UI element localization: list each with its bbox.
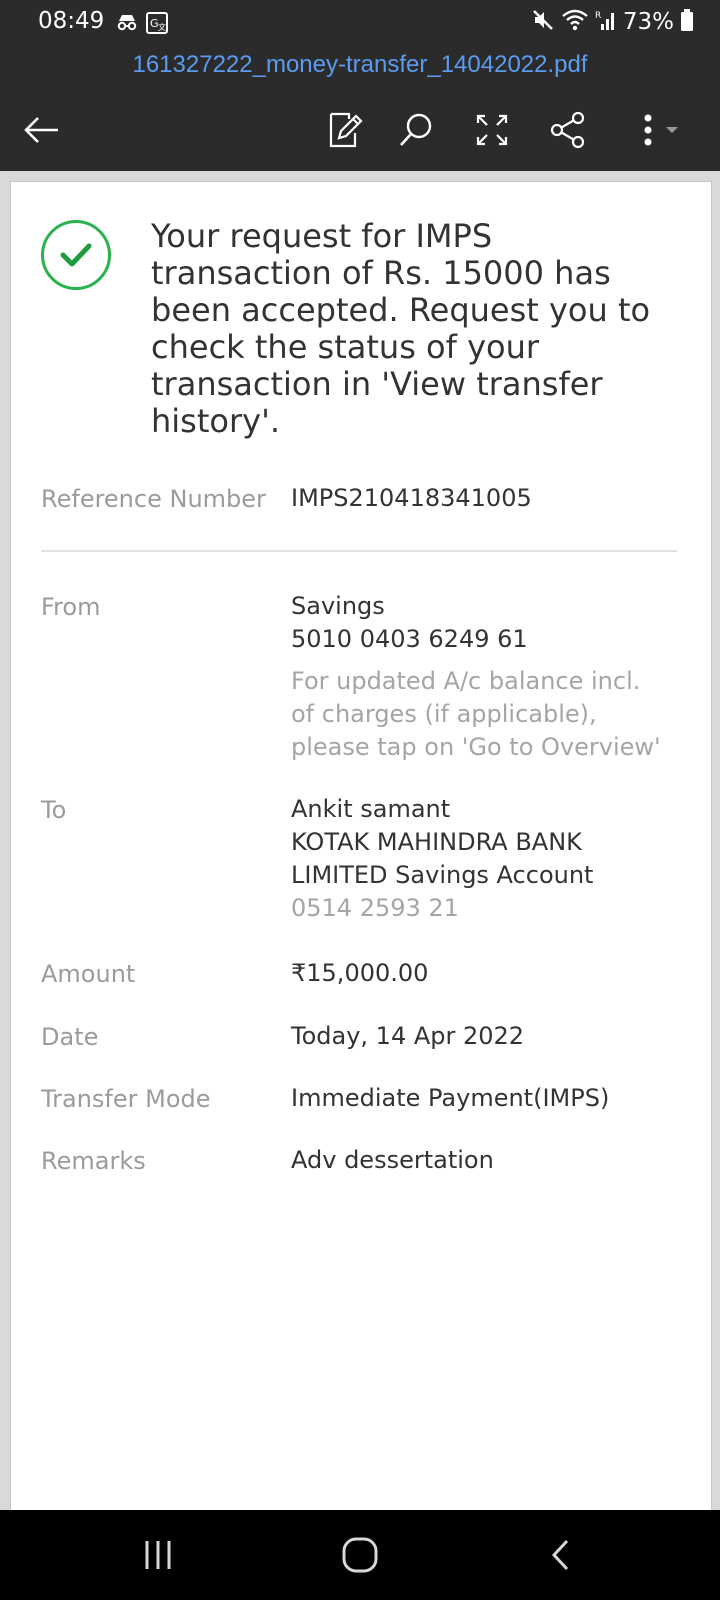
more-icon[interactable] [630, 108, 690, 152]
transfer-mode-value: Immediate Payment(IMPS) [291, 1084, 610, 1112]
wifi-icon [561, 8, 589, 36]
date-label: Date [41, 1023, 99, 1051]
edit-icon[interactable] [322, 108, 366, 152]
status-bar: 08:49 G 文 R 73% [0, 0, 720, 46]
amount-label: Amount [41, 960, 136, 988]
divider [41, 550, 677, 552]
battery-percent: 73% [622, 9, 674, 35]
home-icon[interactable] [337, 1532, 383, 1578]
confirmation-message: Your request for IMPS transaction of Rs.… [151, 217, 651, 440]
to-bank-line2: LIMITED Savings Account [291, 861, 594, 889]
reference-value: IMPS210418341005 [291, 484, 532, 512]
reference-label: Reference Number [41, 485, 266, 513]
remarks-label: Remarks [41, 1147, 146, 1175]
from-account-number: 5010 0403 6249 61 [291, 625, 528, 653]
battery-icon [680, 8, 694, 36]
from-label: From [41, 593, 101, 621]
remarks-value: Adv dessertation [291, 1146, 494, 1174]
to-label: To [41, 796, 67, 824]
from-note-line1: For updated A/c balance incl. [291, 667, 641, 695]
svg-text:文: 文 [158, 22, 166, 32]
pdf-page: Your request for IMPS transaction of Rs.… [10, 181, 712, 1523]
incognito-icon [115, 12, 139, 36]
signal-icon: R [595, 8, 617, 36]
date-value: Today, 14 Apr 2022 [291, 1022, 525, 1050]
share-icon[interactable] [546, 108, 590, 152]
filename-bar: 161327222_money-transfer_14042022.pdf [0, 46, 720, 86]
back-icon[interactable] [539, 1532, 585, 1578]
from-note-line3: please tap on 'Go to Overview' [291, 733, 661, 761]
recent-apps-icon[interactable] [135, 1532, 181, 1578]
document-filename[interactable]: 161327222_money-transfer_14042022.pdf [132, 51, 587, 78]
status-right: R 73% [531, 8, 694, 36]
search-icon[interactable] [394, 108, 438, 152]
translate-icon: G 文 [146, 12, 168, 38]
amount-value: ₹15,000.00 [291, 959, 429, 987]
status-time: 08:49 [38, 8, 105, 34]
success-check-icon [41, 220, 111, 290]
from-block: Savings 5010 0403 6249 61 For updated A/… [291, 590, 661, 764]
pdf-toolbar [0, 86, 720, 171]
to-name: Ankit samant [291, 795, 451, 823]
from-note-line2: of charges (if applicable), [291, 700, 597, 728]
transfer-mode-label: Transfer Mode [41, 1085, 211, 1113]
to-account-number: 0514 2593 21 [291, 894, 459, 922]
from-account-type: Savings [291, 592, 385, 620]
to-block: Ankit samant KOTAK MAHINDRA BANK LIMITED… [291, 793, 593, 925]
mute-icon [531, 8, 555, 36]
navigation-bar [0, 1510, 720, 1600]
back-arrow-icon[interactable] [20, 108, 64, 152]
to-bank-line1: KOTAK MAHINDRA BANK [291, 828, 582, 856]
document-viewer[interactable]: Your request for IMPS transaction of Rs.… [0, 171, 720, 1523]
svg-text:R: R [595, 11, 601, 21]
fullscreen-icon[interactable] [470, 108, 514, 152]
